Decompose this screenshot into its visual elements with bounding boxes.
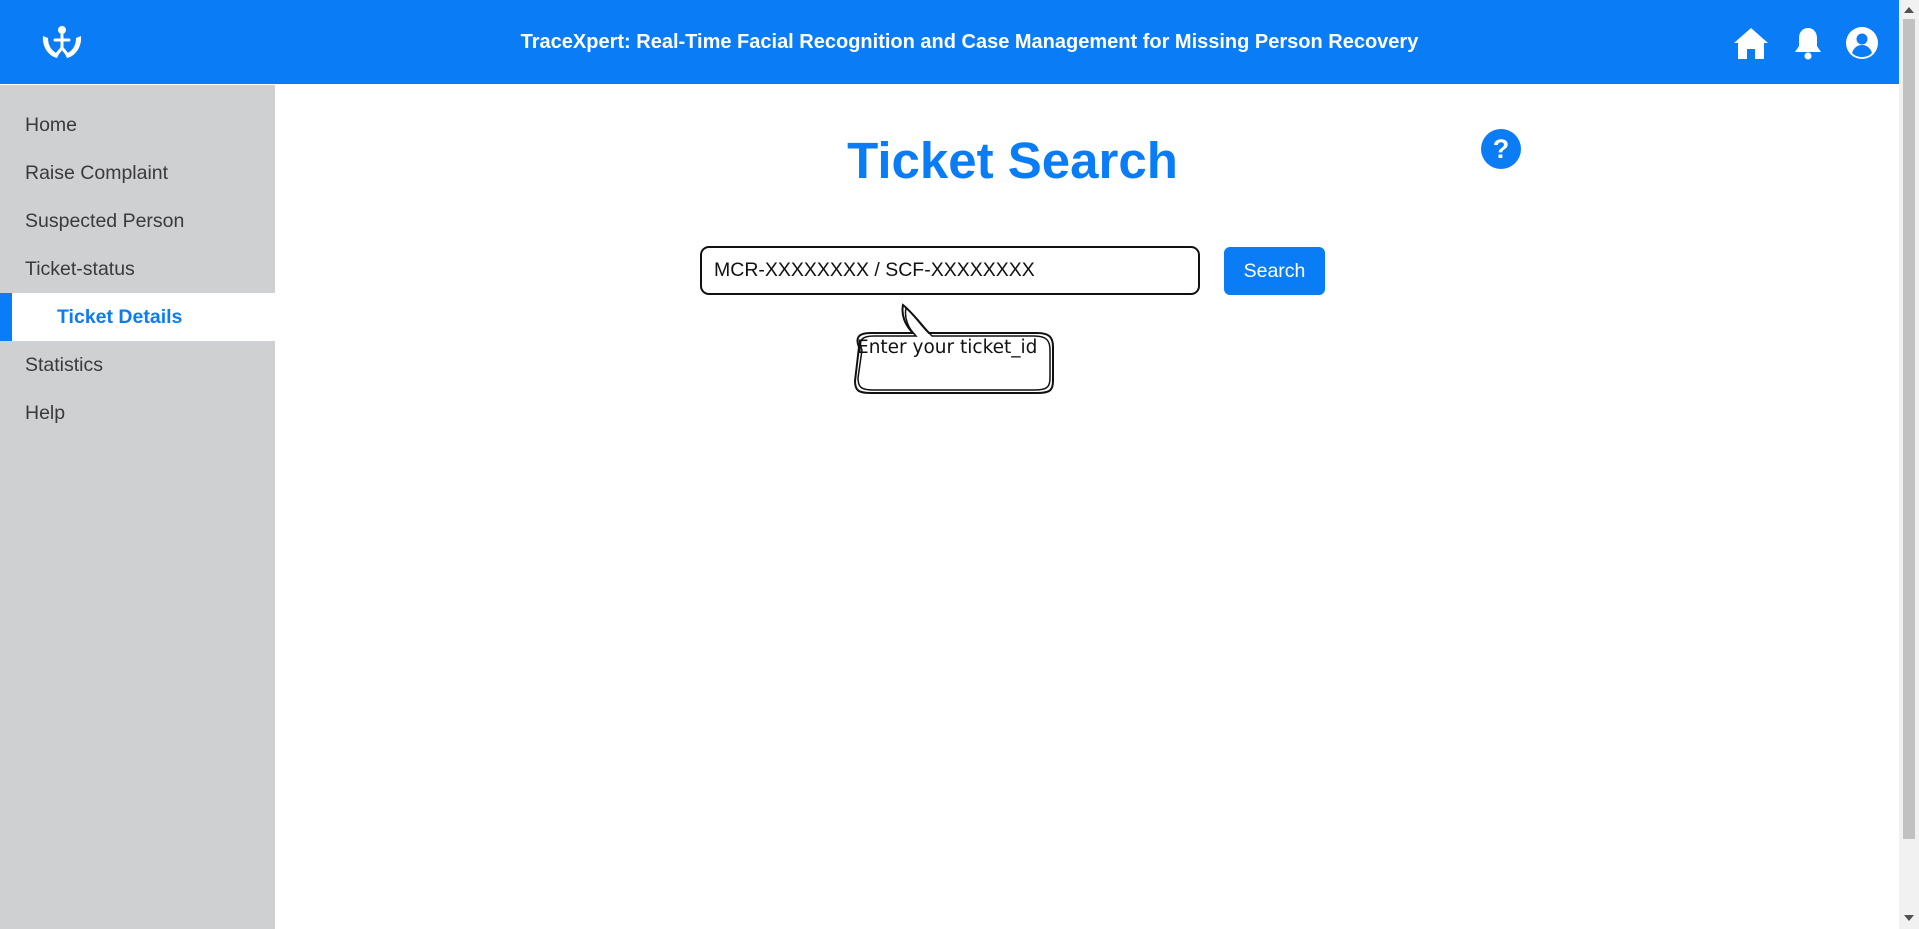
top-bar: TraceXpert: Real-Time Facial Recognition… [0, 0, 1899, 84]
help-button[interactable]: ? [1481, 129, 1521, 169]
sidebar-item-raise-complaint[interactable]: Raise Complaint [0, 149, 275, 197]
sidebar-item-ticket-status[interactable]: Ticket-status [0, 245, 275, 293]
sidebar-item-statistics[interactable]: Statistics [0, 341, 275, 389]
main-content: Ticket Search ? Search Enter your ticket… [275, 85, 1899, 929]
scroll-up-arrow-icon[interactable] [1904, 6, 1914, 14]
sidebar-item-home[interactable]: Home [0, 101, 275, 149]
page-title: Ticket Search [847, 132, 1178, 189]
bell-icon[interactable] [1789, 24, 1827, 62]
help-question-icon: ? [1492, 134, 1510, 164]
sidebar-item-help[interactable]: Help [0, 389, 275, 437]
sidebar-item-suspected-person[interactable]: Suspected Person [0, 197, 275, 245]
app-title: TraceXpert: Real-Time Facial Recognition… [520, 31, 1419, 53]
ticket-search-input[interactable] [700, 246, 1200, 295]
search-button[interactable]: Search [1224, 247, 1325, 295]
scrollbar-thumb[interactable] [1903, 19, 1915, 839]
vertical-scrollbar[interactable] [1899, 0, 1919, 929]
sidebar-item-ticket-details[interactable]: Ticket Details [0, 293, 275, 341]
home-icon[interactable] [1732, 24, 1770, 62]
user-icon[interactable] [1843, 24, 1881, 62]
tooltip-text: Enter your ticket_id [857, 337, 1038, 358]
sidebar: Home Raise Complaint Suspected Person Ti… [0, 85, 275, 929]
scroll-down-arrow-icon[interactable] [1904, 914, 1914, 922]
